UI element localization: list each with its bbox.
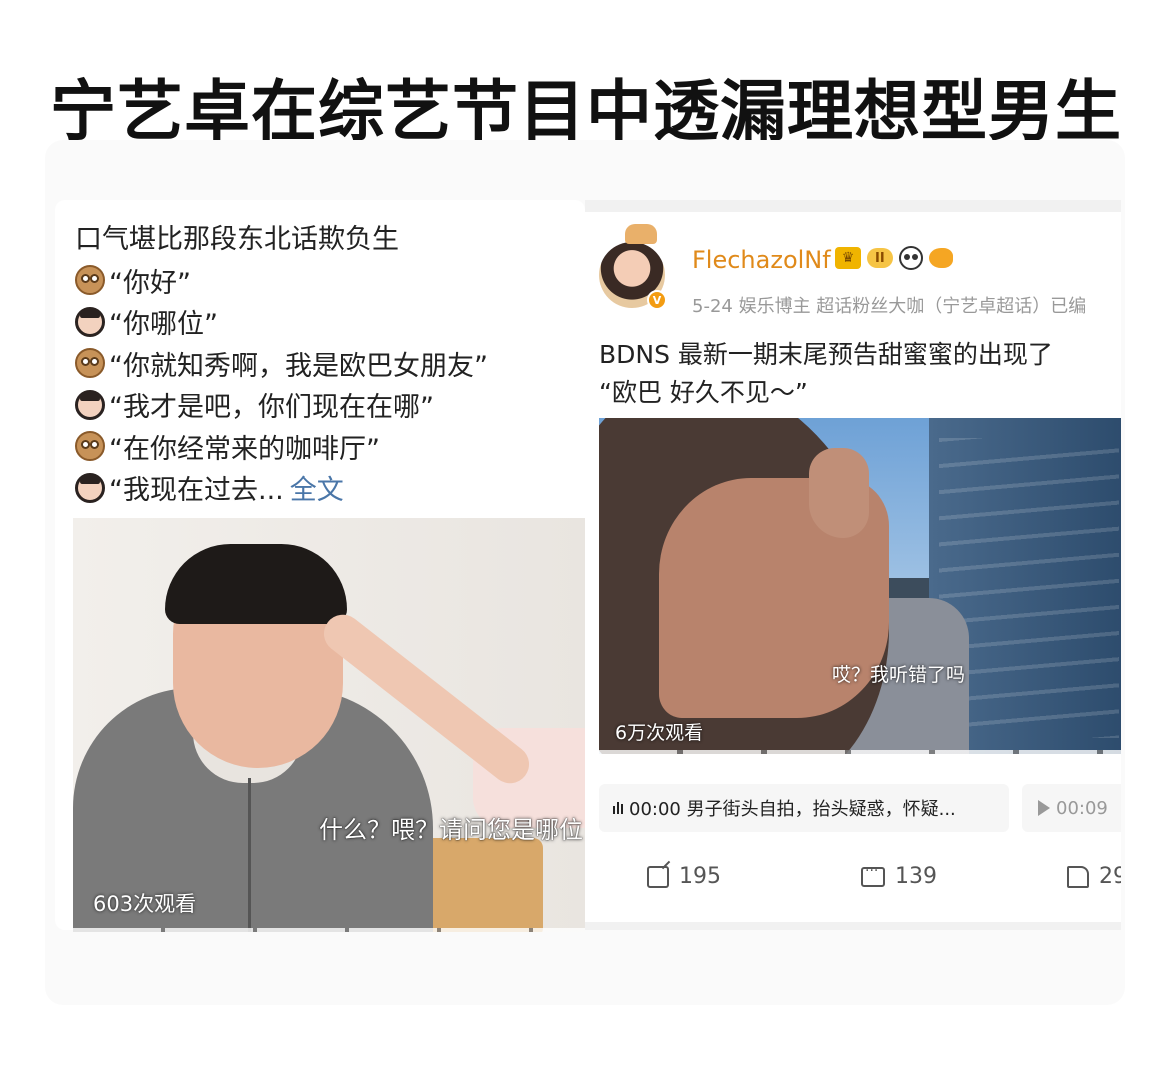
share-button[interactable]: 195 — [647, 864, 721, 889]
video-view-count: 603次观看 — [93, 892, 197, 916]
video-frame-ear — [809, 448, 869, 538]
owl-emoji-icon — [75, 348, 105, 379]
verified-v-icon: V — [647, 290, 667, 310]
video-progress-bar[interactable] — [73, 928, 585, 932]
post-meta: 5-24 娱乐博主 超话粉丝大咖（宁艺卓超话）已编 — [692, 296, 1087, 317]
read-more-link[interactable]: 全文 — [290, 468, 344, 507]
right-video-player[interactable]: 哎？我听错了吗 6万次观看 — [599, 418, 1121, 754]
post-line-text: “你好” — [109, 267, 191, 299]
username[interactable]: FlechazolNf — [692, 246, 831, 274]
audio-transcript-chip[interactable]: 00:00 男子街头自拍，抬头疑惑，怀疑... — [599, 784, 1009, 832]
post-actions: 195 139 29 — [585, 863, 1121, 904]
video-view-count: 6万次观看 — [615, 722, 704, 744]
post-line-text: “我现在过去... — [109, 475, 284, 507]
comment-button[interactable]: 139 — [861, 863, 937, 889]
post-text-line: BDNS 最新一期末尾预告甜蜜蜜的出现了 — [599, 340, 1053, 369]
comment-icon — [861, 863, 885, 887]
post-line: “你好” — [75, 260, 488, 302]
audio-wave-icon — [613, 802, 623, 814]
play-duration: 00:09 — [1056, 797, 1108, 819]
comment-count: 139 — [895, 864, 937, 889]
post-line-text: “你就知秀啊，我是欧巴女朋友” — [109, 350, 488, 382]
post-line: 口气堪比那段东北话欺负生 — [75, 216, 488, 258]
user-badges: ♛ II — [835, 246, 953, 270]
share-icon — [647, 865, 669, 888]
thumbs-up-icon — [1067, 865, 1089, 888]
girl-emoji-icon — [75, 306, 105, 337]
owl-emoji-icon — [75, 431, 105, 462]
like-button[interactable]: 29 — [1067, 864, 1121, 889]
post-text-line: “欧巴 好久不见～” — [599, 378, 808, 407]
post-line: “我才是吧，你们现在在哪” — [75, 384, 488, 426]
avatar-cat-decoration-icon — [625, 224, 657, 244]
panda-badge-icon[interactable] — [898, 246, 923, 270]
post-text: BDNS 最新一期末尾预告甜蜜蜜的出现了 “欧巴 好久不见～” — [599, 336, 1053, 412]
left-post-card: 口气堪比那段东北话欺负生 “你好” “你哪位” “你就知秀啊，我是欧巴女朋友” … — [55, 200, 585, 932]
video-progress-bar[interactable] — [599, 750, 1121, 754]
post-line-text: 口气堪比那段东北话欺负生 — [75, 224, 399, 256]
share-count: 195 — [679, 864, 721, 889]
video-frame-zipper — [248, 778, 251, 932]
left-video-player[interactable]: 什么？喂？请问您是哪位 603次观看 — [73, 518, 585, 932]
video-subtitle: 哎？我听错了吗 — [832, 664, 966, 686]
post-line: “我现在过去... 全文 — [75, 467, 488, 509]
fish-badge-icon[interactable] — [928, 248, 953, 268]
owl-emoji-icon — [75, 265, 105, 296]
girl-emoji-icon — [75, 472, 105, 503]
post-line-text: “我才是吧，你们现在在哪” — [109, 392, 434, 424]
right-post-card: V FlechazolNf ♛ II 5-24 娱乐博主 超话粉丝大咖（宁艺卓超… — [585, 200, 1121, 930]
crown-badge-icon[interactable]: ♛ — [835, 247, 861, 269]
audio-transcript-text: 00:00 男子街头自拍，抬头疑惑，怀疑... — [629, 799, 956, 820]
level-badge[interactable]: II — [867, 248, 893, 268]
post-line-text: “在你经常来的咖啡厅” — [109, 433, 380, 465]
play-button[interactable]: 00:09 — [1022, 784, 1121, 832]
post-line: “你就知秀啊，我是欧巴女朋友” — [75, 343, 488, 385]
post-line: “在你经常来的咖啡厅” — [75, 426, 488, 468]
girl-emoji-icon — [75, 389, 105, 420]
post-divider — [585, 922, 1121, 930]
play-icon — [1038, 800, 1050, 816]
like-count: 29 — [1099, 864, 1121, 889]
video-subtitle: 什么？喂？请问您是哪位 — [319, 816, 583, 844]
post-line: “你哪位” — [75, 301, 488, 343]
video-frame-hair — [165, 544, 347, 624]
post-line-text: “你哪位” — [109, 309, 218, 341]
post-text: 口气堪比那段东北话欺负生 “你好” “你哪位” “你就知秀啊，我是欧巴女朋友” … — [75, 216, 488, 509]
